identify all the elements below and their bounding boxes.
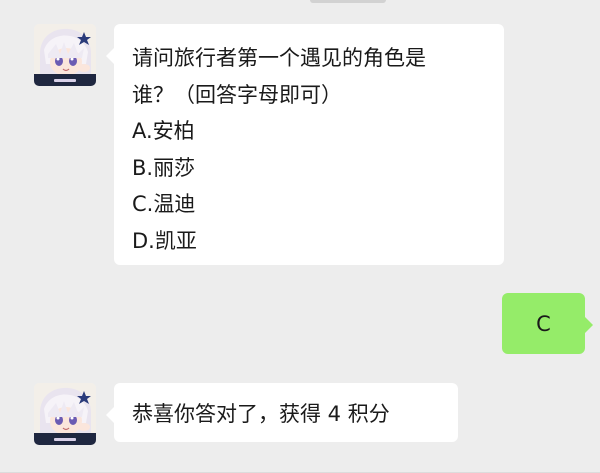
reply-text: C [536, 311, 551, 336]
message-bubble-reply[interactable]: C [502, 293, 593, 354]
anime-girl-avatar-icon [34, 383, 96, 445]
question-line-2: 谁？（回答字母即可） [132, 82, 342, 107]
result-text: 恭喜你答对了，获得 4 积分 [132, 401, 390, 426]
anime-girl-avatar-icon [34, 24, 96, 86]
previous-message-edge [310, 0, 386, 3]
question-line-1: 请问旅行者第一个遇见的角色是 [132, 46, 426, 70]
option-a: A.安柏 [132, 119, 195, 143]
option-b: B.丽莎 [132, 155, 196, 180]
chat-window: 请问旅行者第一个遇见的角色是 谁？（回答字母即可） A.安柏 B.丽莎 C.温迪… [0, 0, 600, 473]
avatar[interactable] [34, 383, 96, 445]
message-bubble-question[interactable]: 请问旅行者第一个遇见的角色是 谁？（回答字母即可） A.安柏 B.丽莎 C.温迪… [106, 24, 504, 265]
option-c: C.温迪 [132, 192, 196, 216]
message-bubble-result[interactable]: 恭喜你答对了，获得 4 积分 [106, 383, 458, 442]
option-d: D.凯亚 [132, 228, 197, 253]
avatar[interactable] [34, 24, 96, 86]
